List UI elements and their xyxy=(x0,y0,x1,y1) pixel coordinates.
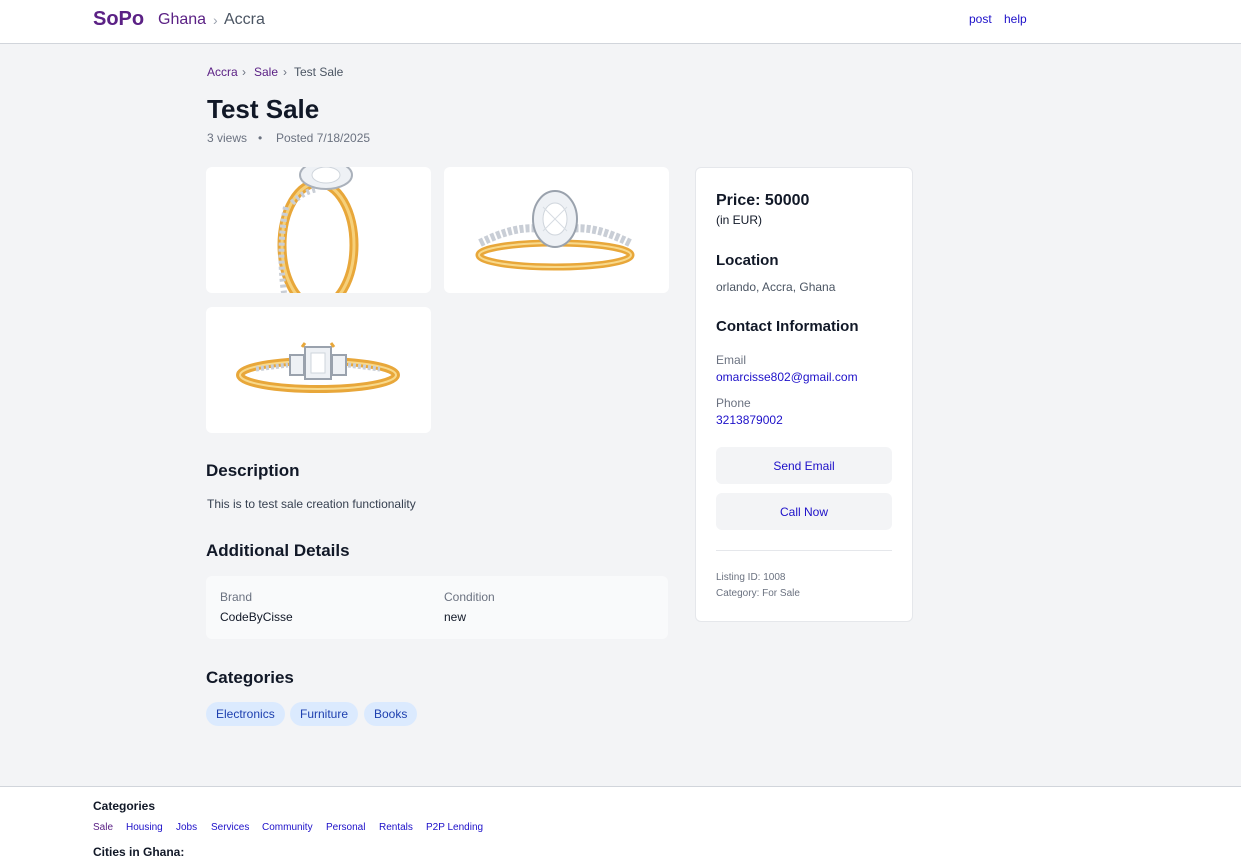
footer-link-sale[interactable]: Sale xyxy=(93,822,113,833)
footer-categories-heading: Categories xyxy=(93,799,156,813)
phone-link[interactable]: 3213879002 xyxy=(716,413,783,427)
footer-link-services[interactable]: Services xyxy=(211,822,249,833)
call-now-button[interactable]: Call Now xyxy=(716,493,892,530)
ring-emerald-cut-image xyxy=(236,342,400,393)
description-heading: Description xyxy=(206,461,300,480)
footer-link-community[interactable]: Community xyxy=(262,822,313,833)
description-text: This is to test sale creation functional… xyxy=(207,497,416,511)
breadcrumb-category[interactable]: Sale xyxy=(254,65,278,79)
detail-key-brand: Brand xyxy=(220,590,253,604)
footer-link-rentals[interactable]: Rentals xyxy=(379,822,413,833)
listing-photo-3[interactable] xyxy=(206,307,431,433)
ring-oval-diamond-image xyxy=(475,190,635,271)
listing-category: Category: For Sale xyxy=(716,588,800,599)
send-email-button[interactable]: Send Email xyxy=(716,447,892,484)
listing-title: Test Sale xyxy=(207,94,320,124)
email-link[interactable]: omarcisse802@gmail.com xyxy=(716,370,858,384)
detail-value-brand: CodeByCisse xyxy=(220,610,293,624)
email-label: Email xyxy=(716,353,747,367)
listing-photo-1[interactable] xyxy=(206,167,431,293)
detail-value-condition: new xyxy=(444,610,467,624)
breadcrumb-separator: › xyxy=(283,65,287,79)
listing-id: Listing ID: 1008 xyxy=(716,572,786,583)
listing-photo-2[interactable] xyxy=(444,167,669,293)
price-currency: (in EUR) xyxy=(716,213,763,227)
footer-link-jobs[interactable]: Jobs xyxy=(176,822,197,833)
posted-date: Posted 7/18/2025 xyxy=(276,131,371,145)
phone-label: Phone xyxy=(716,396,751,410)
location-heading: Location xyxy=(716,252,779,269)
details-table: Brand CodeByCisse Condition new xyxy=(206,576,668,639)
footer-link-housing[interactable]: Housing xyxy=(126,822,163,833)
brand-logo-link[interactable]: SoPo xyxy=(93,8,144,31)
post-link[interactable]: post xyxy=(969,12,992,26)
help-link[interactable]: help xyxy=(1004,12,1027,26)
footer-link-personal[interactable]: Personal xyxy=(326,822,365,833)
contact-heading: Contact Information xyxy=(716,318,859,335)
footer-cities-heading: Cities in Ghana: xyxy=(93,845,185,859)
footer-link-p2p-lending[interactable]: P2P Lending xyxy=(426,822,483,833)
category-chip-furniture[interactable]: Furniture xyxy=(290,702,359,726)
details-heading: Additional Details xyxy=(206,541,350,560)
view-count: 3 views xyxy=(207,131,248,145)
footer: Categories Sale Housing Jobs Services Co… xyxy=(0,786,1241,865)
country-link[interactable]: Ghana xyxy=(158,11,206,29)
detail-key-condition: Condition xyxy=(444,590,495,604)
category-chip-electronics[interactable]: Electronics xyxy=(206,702,285,726)
categories-heading: Categories xyxy=(206,668,294,687)
breadcrumb-city[interactable]: Accra xyxy=(207,65,238,79)
meta-dot: • xyxy=(258,131,263,145)
location-separator: › xyxy=(213,12,218,28)
location-text: orlando, Accra, Ghana xyxy=(716,280,836,294)
ring-side-view-image xyxy=(277,167,359,293)
breadcrumb-current: Test Sale xyxy=(294,65,344,79)
breadcrumb-separator: › xyxy=(242,65,246,79)
listing-sidebar: Price: 50000 (in EUR) Location orlando, … xyxy=(695,167,913,622)
price: Price: 50000 xyxy=(716,192,810,209)
city-link[interactable]: Accra xyxy=(224,11,265,29)
top-bar: SoPo Ghana › Accra post help xyxy=(0,0,1241,44)
sidebar-divider xyxy=(716,550,892,551)
category-chip-books[interactable]: Books xyxy=(364,702,418,726)
